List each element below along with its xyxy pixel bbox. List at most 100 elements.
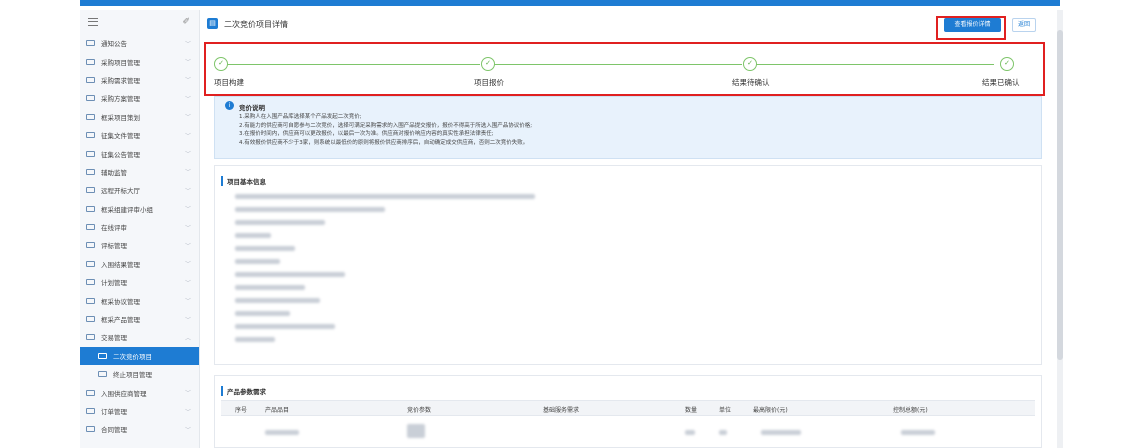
sidebar-item-solicitation-notices[interactable]: 征集公告管理 ﹀	[80, 144, 199, 162]
sidebar-item-label: 框采组建评审小组	[101, 205, 153, 214]
folder-icon	[86, 58, 95, 65]
requirements-table: 序号 产品品目 竞价参数 基础服务需求 数量 单位 最高限价(元) 控制总额(元…	[221, 400, 1035, 438]
sidebar-item-procurement-needs[interactable]: 采购需求管理 ﹀	[80, 71, 199, 89]
notice-lines: 1.采购人在入围产品库选择某个产品发起二次竞价; 2.有能力的供应商可自愿参与二…	[239, 113, 532, 147]
folder-icon	[98, 352, 107, 359]
chevron-down-icon: ﹀	[184, 114, 191, 122]
sidebar-item-procurement-plans[interactable]: 采购方案管理 ﹀	[80, 89, 199, 107]
sidebar-item-secondary-bidding[interactable]: 二次竞价项目	[80, 346, 199, 366]
scrollbar[interactable]	[1057, 10, 1063, 448]
folder-icon	[86, 389, 95, 396]
pin-icon[interactable]: ✐	[182, 17, 190, 27]
sidebar-item-online-review[interactable]: 在线评审 ﹀	[80, 218, 199, 236]
notice-line: 2.有能力的供应商可自愿参与二次竞价，选择可满足采购需求的入围产品提交报价，报价…	[239, 122, 533, 129]
redacted-text	[235, 259, 280, 264]
sidebar-item-remote-opening[interactable]: 远程开标大厅 ﹀	[80, 181, 199, 199]
folder-icon	[86, 260, 95, 267]
sidebar-item-label: 远程开标大厅	[101, 187, 140, 196]
sidebar-item-label: 通知公告	[101, 40, 127, 49]
sidebar-item-label: 在线评审	[101, 224, 127, 233]
sidebar-item-orders[interactable]: 订单管理 ﹀	[80, 402, 199, 420]
notice-line: 3.在报价时间内，供应商可以更改报价，以最后一次为准。供应商对报价响应内容的真实…	[239, 131, 494, 138]
notice-title: 竞价说明	[239, 104, 265, 112]
sidebar-item-label: 框采项目策划	[101, 113, 140, 122]
column-header: 基础服务需求	[543, 407, 580, 414]
sidebar-item-solicitation-docs[interactable]: 征集文件管理 ﹀	[80, 126, 199, 144]
bidding-notice: i 竞价说明 1.采购人在入围产品库选择某个产品发起二次竞价; 2.有能力的供应…	[214, 96, 1042, 159]
redacted-text	[265, 430, 299, 435]
redacted-text	[235, 324, 335, 329]
sidebar-item-notices[interactable]: 通知公告 ﹀	[80, 34, 199, 52]
top-accent-bar	[80, 0, 1060, 6]
sidebar-menu: 通知公告 ﹀ 采购项目管理 ﹀ 采购需求管理 ﹀ 采购方案管理 ﹀ 框采项目策划 ﹀ 征集…	[80, 34, 199, 439]
folder-icon	[86, 76, 95, 83]
chevron-down-icon: ﹀	[184, 390, 191, 398]
sidebar-item-label: 二次竞价项目	[113, 352, 152, 361]
section-title: 项目基本信息	[221, 176, 266, 186]
highlight-box	[936, 16, 1006, 40]
folder-icon	[86, 224, 95, 231]
document-icon: ▤	[207, 18, 218, 29]
menu-icon[interactable]	[88, 18, 98, 26]
redacted-text	[235, 207, 385, 212]
chevron-down-icon: ﹀	[184, 408, 191, 416]
info-icon: i	[225, 101, 234, 110]
chevron-down-icon: ﹀	[184, 279, 191, 287]
chevron-down-icon: ﹀	[184, 316, 191, 324]
table-header: 序号 产品品目 竞价参数 基础服务需求 数量 单位 最高限价(元) 控制总额(元…	[221, 400, 1035, 416]
page-header: ▤ 二次竞价项目详情	[204, 16, 1056, 36]
sidebar-header: ✐	[80, 10, 199, 34]
sidebar-item-label: 辅助监管	[101, 168, 127, 177]
folder-icon	[86, 426, 95, 433]
folder-icon	[86, 242, 95, 249]
folder-icon	[86, 408, 95, 414]
sidebar-item-review-panel[interactable]: 框采组建评审小组 ﹀	[80, 200, 199, 218]
chevron-down-icon: ﹀	[184, 132, 191, 140]
sidebar-item-shortlisted-suppliers[interactable]: 入围供应商管理 ﹀	[80, 383, 199, 401]
sidebar-item-supervision[interactable]: 辅助监管 ﹀	[80, 163, 199, 181]
notice-line: 4.有效报价供应商不少于3家，则系统以最低价的原则将报价供应商排序后，自动确定成…	[239, 139, 529, 146]
page-title: 二次竞价项目详情	[224, 20, 288, 29]
chevron-down-icon: ﹀	[184, 426, 191, 434]
sidebar-item-framework-agreements[interactable]: 框采协议管理 ﹀	[80, 291, 199, 309]
redacted-text	[235, 285, 305, 290]
chevron-up-icon: ︿	[184, 334, 191, 342]
sidebar-item-framework-products[interactable]: 框采产品管理 ﹀	[80, 310, 199, 328]
column-header: 序号	[235, 407, 248, 414]
chevron-down-icon: ﹀	[184, 298, 191, 306]
scrollbar-thumb[interactable]	[1057, 30, 1063, 360]
folder-icon	[86, 168, 95, 175]
folder-icon	[86, 150, 95, 157]
sidebar-item-label: 采购需求管理	[101, 76, 140, 85]
redacted-text	[235, 298, 320, 303]
redacted-text	[719, 430, 727, 435]
sidebar-item-framework-planning[interactable]: 框采项目策划 ﹀	[80, 108, 199, 126]
chevron-down-icon: ﹀	[184, 224, 191, 232]
folder-icon	[86, 205, 95, 212]
sidebar-item-shortlist-results[interactable]: 入围结果管理 ﹀	[80, 255, 199, 273]
chevron-down-icon: ﹀	[184, 59, 191, 67]
sidebar-item-transactions[interactable]: 交易管理 ︿	[80, 328, 199, 346]
column-header: 控制总额(元)	[893, 407, 928, 414]
sidebar-item-plans[interactable]: 计划管理 ﹀	[80, 273, 199, 291]
sidebar-item-terminated-projects[interactable]: 终止项目管理	[80, 365, 199, 383]
project-basic-info: 项目基本信息	[214, 165, 1042, 365]
column-header: 数量	[685, 407, 698, 414]
chevron-down-icon: ﹀	[184, 187, 191, 195]
chevron-down-icon: ﹀	[184, 77, 191, 85]
redacted-text	[901, 430, 935, 435]
folder-icon	[86, 279, 95, 286]
chevron-down-icon: ﹀	[184, 95, 191, 103]
sidebar-item-contracts[interactable]: 合同管理 ﹀	[80, 420, 199, 438]
sidebar-item-label: 订单管理	[101, 408, 127, 416]
section-title: 产品参数需求	[221, 386, 266, 396]
sidebar-item-label: 交易管理	[101, 334, 127, 343]
sidebar-item-label: 入围结果管理	[101, 260, 140, 269]
sidebar-item-bid-evaluation[interactable]: 评标管理 ﹀	[80, 236, 199, 254]
sidebar-item-procurement-projects[interactable]: 采购项目管理 ﹀	[80, 52, 199, 70]
chevron-down-icon: ﹀	[184, 169, 191, 177]
redacted-text	[235, 194, 535, 199]
back-button[interactable]: 返回	[1012, 18, 1036, 32]
folder-icon	[98, 371, 107, 378]
sidebar-item-label: 合同管理	[101, 426, 127, 435]
